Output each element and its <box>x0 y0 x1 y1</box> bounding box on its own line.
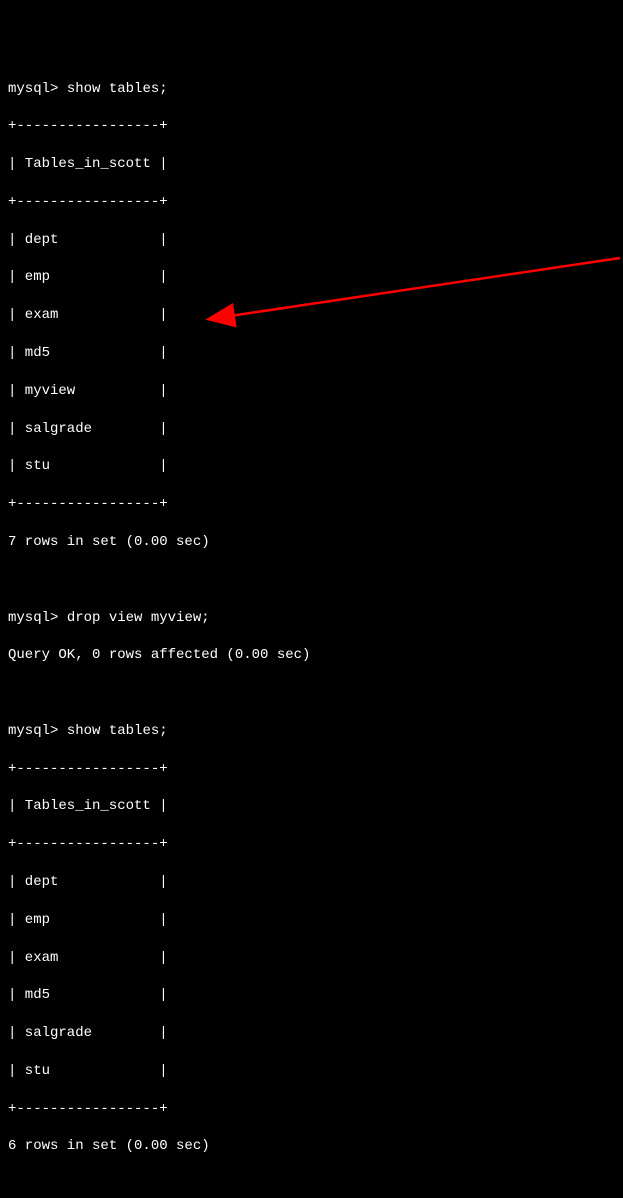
blank-line <box>8 1175 615 1194</box>
result-footer: 7 rows in set (0.00 sec) <box>8 533 615 552</box>
result-footer: 6 rows in set (0.00 sec) <box>8 1137 615 1156</box>
blank-line <box>8 571 615 590</box>
table-row: | dept | <box>8 231 615 250</box>
table-row: | md5 | <box>8 986 615 1005</box>
command-line: mysql> show tables; <box>8 80 615 99</box>
table-border: +-----------------+ <box>8 193 615 212</box>
sql-command: show tables; <box>67 81 168 97</box>
table-header: | Tables_in_scott | <box>8 155 615 174</box>
sql-command: show tables; <box>67 723 168 739</box>
table-border: +-----------------+ <box>8 117 615 136</box>
table-row: | stu | <box>8 1062 615 1081</box>
table-border: +-----------------+ <box>8 495 615 514</box>
table-row: | exam | <box>8 949 615 968</box>
table-border: +-----------------+ <box>8 760 615 779</box>
mysql-prompt: mysql> <box>8 81 58 97</box>
table-row: | salgrade | <box>8 420 615 439</box>
table-row: | stu | <box>8 457 615 476</box>
table-border: +-----------------+ <box>8 1100 615 1119</box>
sql-command: drop view myview; <box>67 610 210 626</box>
table-header: | Tables_in_scott | <box>8 797 615 816</box>
table-row: | emp | <box>8 911 615 930</box>
table-row: | dept | <box>8 873 615 892</box>
table-row: | myview | <box>8 382 615 401</box>
mysql-prompt: mysql> <box>8 723 58 739</box>
table-row: | md5 | <box>8 344 615 363</box>
query-result: Query OK, 0 rows affected (0.00 sec) <box>8 646 615 665</box>
table-row: | emp | <box>8 268 615 287</box>
command-line: mysql> show tables; <box>8 722 615 741</box>
command-line: mysql> drop view myview; <box>8 609 615 628</box>
blank-line <box>8 684 615 703</box>
mysql-prompt: mysql> <box>8 610 58 626</box>
table-row: | exam | <box>8 306 615 325</box>
table-row: | salgrade | <box>8 1024 615 1043</box>
table-border: +-----------------+ <box>8 835 615 854</box>
